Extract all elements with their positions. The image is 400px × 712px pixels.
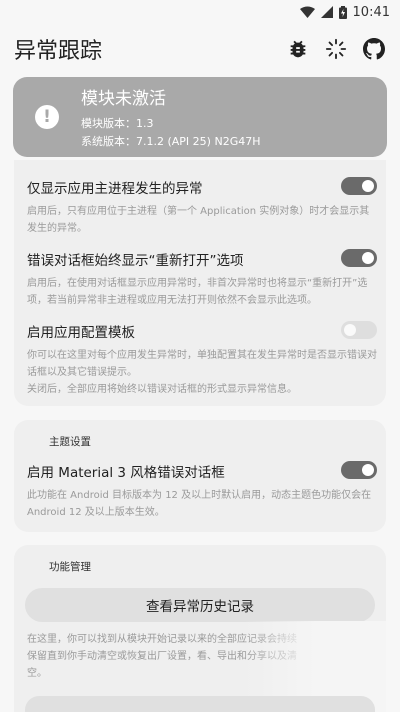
setting-main-process-only[interactable]: 仅显示应用主进程发生的异常 启用后，只有应用位于主进程（第一个 Applicat… (27, 177, 377, 237)
toggle-switch[interactable] (341, 461, 377, 479)
next-button-partial[interactable] (25, 696, 375, 712)
setting-description: 启用后，只有应用位于主进程（第一个 Application 实例对象）时才会显示… (27, 206, 370, 234)
toggle-knob (362, 464, 374, 476)
general-settings-card: 仅显示应用主进程发生的异常 启用后，只有应用位于主进程（第一个 Applicat… (14, 160, 386, 406)
setting-app-config-template[interactable]: 启用应用配置模板 你可以在这里对每个应用发生异常时，单独配置其在发生异常时是否显… (27, 321, 377, 398)
app-bar: 异常跟踪 (0, 24, 400, 74)
setting-description: 你可以在这里对每个应用发生异常时，单独配置其在发生异常时是否显示错误对话框以及其… (27, 350, 377, 378)
module-status-card[interactable]: ! 模块未激活 模块版本：1.3 系统版本：7.1.2 (API 25) N2G… (13, 77, 387, 157)
setting-label: 错误对话框始终显示“重新打开”选项 (27, 253, 244, 269)
signal-icon (320, 6, 333, 18)
section-header: 主题设置 (49, 436, 91, 448)
wifi-icon (299, 6, 315, 18)
setting-label: 启用 Material 3 风格错误对话框 (27, 465, 225, 481)
setting-description: 启用后，在使用对话框显示应用异常时，非首次异常时也将显示“重新打开”选项，若当前… (27, 278, 368, 306)
loading-icon[interactable] (324, 37, 348, 61)
app-actions (286, 37, 386, 61)
module-status-text: 模块未激活 模块版本：1.3 系统版本：7.1.2 (API 25) N2G47… (81, 84, 260, 151)
toggle-knob (362, 180, 374, 192)
section-header: 功能管理 (49, 561, 91, 573)
github-icon[interactable] (362, 37, 386, 61)
toggle-knob (362, 252, 374, 264)
warning-icon: ! (35, 105, 59, 129)
system-version: 系统版本：7.1.2 (API 25) N2G47H (81, 134, 261, 148)
setting-material3-dialog[interactable]: 启用 Material 3 风格错误对话框 此功能在 Android 目标版本为… (27, 461, 377, 521)
bug-icon[interactable] (286, 37, 310, 61)
setting-always-show-reopen[interactable]: 错误对话框始终显示“重新打开”选项 启用后，在使用对话框显示应用异常时，非首次异… (27, 249, 377, 309)
setting-label: 仅显示应用主进程发生的异常 (27, 181, 203, 197)
toggle-knob (344, 324, 356, 336)
toggle-switch[interactable] (341, 177, 377, 195)
page-title: 异常跟踪 (14, 39, 103, 64)
setting-description: 此功能在 Android 目标版本为 12 及以上时默认启用，动态主题色功能仅会… (27, 490, 372, 518)
battery-icon (338, 5, 347, 19)
theme-settings-card: 主题设置 启用 Material 3 风格错误对话框 此功能在 Android … (14, 420, 386, 532)
clock: 10:41 (352, 4, 390, 20)
setting-label: 启用应用配置模板 (27, 325, 135, 341)
module-status-title: 模块未激活 (81, 88, 166, 109)
status-bar: 10:41 (0, 0, 400, 24)
setting-description-extra: 关闭后，全部应用将始终以错误对话框的形式显示异常信息。 (27, 384, 297, 395)
toggle-switch[interactable] (341, 321, 377, 339)
module-version: 模块版本：1.3 (81, 116, 154, 130)
toggle-switch[interactable] (341, 249, 377, 267)
feature-management-card: 功能管理 查看异常历史记录 在这里，你可以找到从模块开始记录以来的全部应记录会持… (14, 545, 386, 712)
view-history-button[interactable]: 查看异常历史记录 (25, 588, 375, 622)
